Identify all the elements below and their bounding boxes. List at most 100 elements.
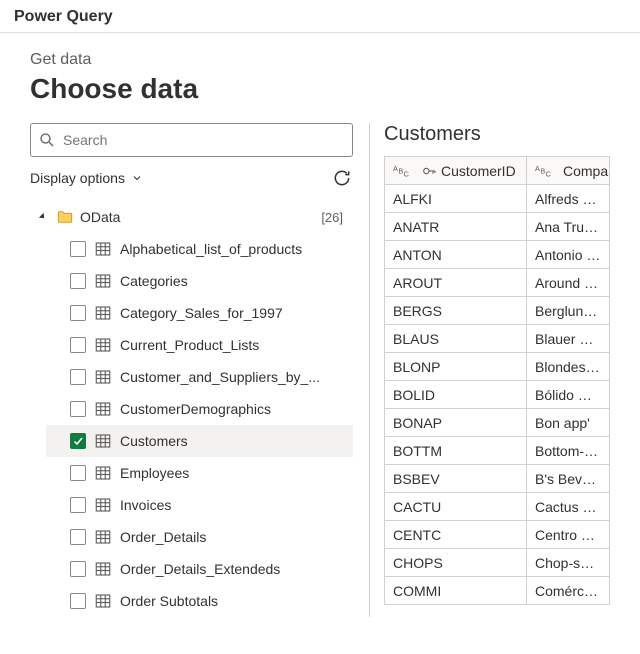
- app-title: Power Query: [14, 8, 626, 26]
- display-options-label: Display options: [30, 170, 125, 186]
- tree-item[interactable]: Order Subtotals: [46, 585, 353, 617]
- table-cell: ANATR: [385, 213, 527, 241]
- tree-item[interactable]: Customers: [46, 425, 353, 457]
- tree-item-label: Alphabetical_list_of_products: [120, 241, 302, 257]
- tree-item-label: Current_Product_Lists: [120, 337, 259, 353]
- table-cell: Cactus Comidas pa: [527, 493, 610, 521]
- table-cell: BOTTM: [385, 437, 527, 465]
- tree-item-label: Categories: [120, 273, 188, 289]
- search-box: [30, 123, 353, 157]
- tree-item[interactable]: Alphabetical_list_of_products: [46, 233, 353, 265]
- table-cell: Bottom-Dollar Mar: [527, 437, 610, 465]
- table-icon: [94, 592, 112, 610]
- tree-item[interactable]: Employees: [46, 457, 353, 489]
- column-header[interactable]: CompanyName: [527, 157, 610, 185]
- source-count: [26]: [321, 210, 347, 225]
- tree-item[interactable]: CustomerDemographics: [46, 393, 353, 425]
- key-icon: [421, 163, 437, 179]
- page-subheading: Get data: [30, 51, 610, 69]
- table-icon: [94, 560, 112, 578]
- tree-item[interactable]: Customer_and_Suppliers_by_...: [46, 361, 353, 393]
- table-icon: [94, 272, 112, 290]
- table-cell: BLAUS: [385, 325, 527, 353]
- preview-panel: Customers CustomerIDCompanyName ALFKIAlf…: [370, 123, 610, 617]
- tree-item[interactable]: Category_Sales_for_1997: [46, 297, 353, 329]
- table-cell: B's Beverages: [527, 465, 610, 493]
- expand-toggle[interactable]: [36, 212, 50, 222]
- table-icon: [94, 496, 112, 514]
- checkbox[interactable]: [70, 401, 86, 417]
- checkbox[interactable]: [70, 433, 86, 449]
- table-icon: [94, 304, 112, 322]
- display-options-dropdown[interactable]: Display options: [30, 170, 143, 186]
- table-cell: Bólido Comidas pre: [527, 381, 610, 409]
- table-cell: Bon app': [527, 409, 610, 437]
- table-row[interactable]: CHOPSChop-suey Chinese: [385, 549, 610, 577]
- search-icon: [38, 131, 56, 149]
- table-row[interactable]: ALFKIAlfreds Futterkiste: [385, 185, 610, 213]
- tree-item-label: Category_Sales_for_1997: [120, 305, 283, 321]
- column-header[interactable]: CustomerID: [385, 157, 527, 185]
- table-row[interactable]: BOTTMBottom-Dollar Mar: [385, 437, 610, 465]
- table-cell: Chop-suey Chinese: [527, 549, 610, 577]
- table-icon: [94, 240, 112, 258]
- table-cell: ANTON: [385, 241, 527, 269]
- table-cell: BLONP: [385, 353, 527, 381]
- tree-item[interactable]: Order_Details: [46, 521, 353, 553]
- search-input[interactable]: [30, 123, 353, 157]
- tree-item-label: Customers: [120, 433, 188, 449]
- tree-item[interactable]: Current_Product_Lists: [46, 329, 353, 361]
- table-cell: CENTC: [385, 521, 527, 549]
- table-row[interactable]: CACTUCactus Comidas pa: [385, 493, 610, 521]
- checkbox[interactable]: [70, 529, 86, 545]
- table-row[interactable]: ANATRAna Trujillo Empare: [385, 213, 610, 241]
- table-cell: COMMI: [385, 577, 527, 605]
- preview-table: CustomerID CompanyName ALFKIAlfreds Futte…: [384, 156, 610, 605]
- table-cell: Blauer See Delikate: [527, 325, 610, 353]
- table-row[interactable]: BONAPBon app': [385, 409, 610, 437]
- table-row[interactable]: BLAUSBlauer See Delikate: [385, 325, 610, 353]
- checkbox[interactable]: [70, 369, 86, 385]
- tree-item-label: Invoices: [120, 497, 171, 513]
- tree-item-label: Order_Details: [120, 529, 206, 545]
- checkbox[interactable]: [70, 593, 86, 609]
- table-row[interactable]: BOLIDBólido Comidas pre: [385, 381, 610, 409]
- table-row[interactable]: BERGSBerglunds snabbkö: [385, 297, 610, 325]
- checkbox[interactable]: [70, 273, 86, 289]
- table-row[interactable]: CENTCCentro comercial M: [385, 521, 610, 549]
- table-cell: Antonio Moreno Ta: [527, 241, 610, 269]
- source-node[interactable]: OData [26]: [30, 201, 353, 233]
- table-icon: [94, 400, 112, 418]
- column-name: CompanyName: [563, 163, 610, 179]
- text-type-icon: [535, 163, 559, 179]
- table-cell: CHOPS: [385, 549, 527, 577]
- table-row[interactable]: BLONPBlondesddsl père e: [385, 353, 610, 381]
- table-cell: Alfreds Futterkiste: [527, 185, 610, 213]
- table-row[interactable]: BSBEVB's Beverages: [385, 465, 610, 493]
- tree-item[interactable]: Invoices: [46, 489, 353, 521]
- table-row[interactable]: ANTONAntonio Moreno Ta: [385, 241, 610, 269]
- tree-item[interactable]: Order_Details_Extendeds: [46, 553, 353, 585]
- table-icon: [94, 336, 112, 354]
- table-cell: Around the Horn: [527, 269, 610, 297]
- table-row[interactable]: COMMIComércio Mineiro: [385, 577, 610, 605]
- table-cell: Blondesddsl père e: [527, 353, 610, 381]
- table-row[interactable]: AROUTAround the Horn: [385, 269, 610, 297]
- checkbox[interactable]: [70, 241, 86, 257]
- checkbox[interactable]: [70, 497, 86, 513]
- table-cell: CACTU: [385, 493, 527, 521]
- checkbox[interactable]: [70, 465, 86, 481]
- table-cell: Centro comercial M: [527, 521, 610, 549]
- refresh-button[interactable]: [331, 167, 353, 189]
- checkbox[interactable]: [70, 337, 86, 353]
- tree-item[interactable]: Categories: [46, 265, 353, 297]
- column-name: CustomerID: [441, 163, 516, 179]
- tree-item-label: Order_Details_Extendeds: [120, 561, 280, 577]
- table-cell: BONAP: [385, 409, 527, 437]
- checkbox[interactable]: [70, 561, 86, 577]
- checkbox[interactable]: [70, 305, 86, 321]
- tree-item-label: CustomerDemographics: [120, 401, 271, 417]
- source-name: OData: [80, 209, 321, 225]
- navigator-panel: Display options OData [26] Alphabetical_…: [30, 123, 370, 617]
- check-icon: [72, 435, 84, 447]
